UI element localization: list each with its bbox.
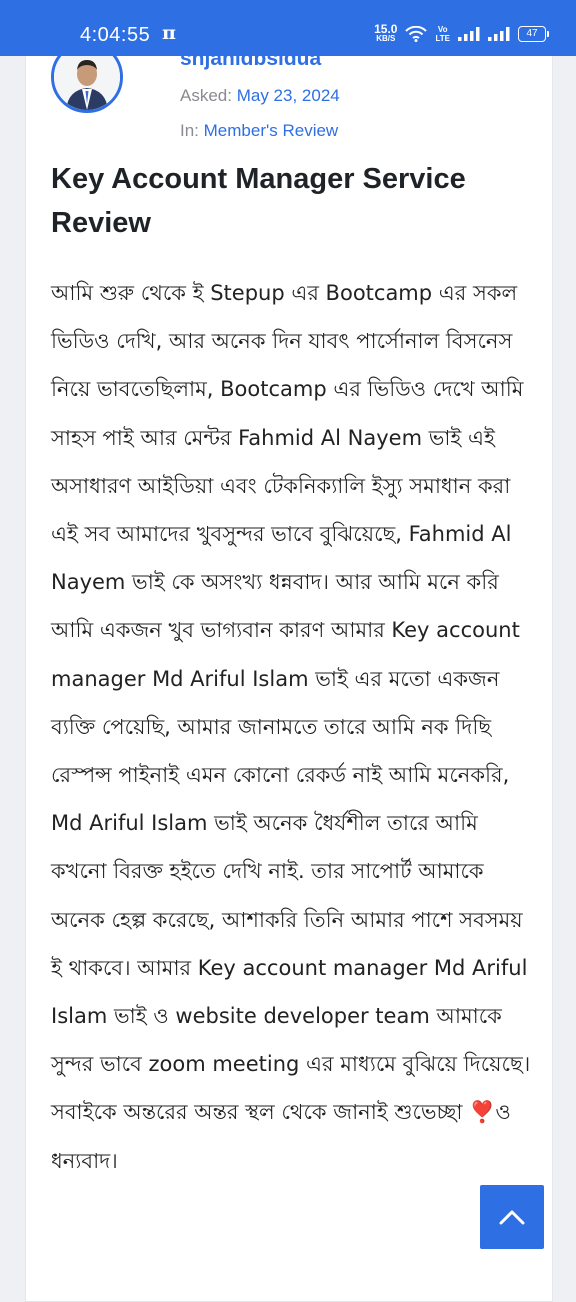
- status-indicators: 15.0 KB/S Vo LTE 47: [374, 22, 549, 44]
- signal-icon: [458, 27, 480, 41]
- wifi-icon: [405, 26, 428, 42]
- signal-icon-2: [488, 27, 510, 41]
- question-body: আমি শুরু থেকে ই Stepup এর Bootcamp এর সক…: [51, 281, 531, 1173]
- battery-icon: 47: [518, 26, 549, 42]
- network-speed-unit: KB/S: [376, 34, 396, 43]
- status-time: 4:04:55: [80, 24, 151, 46]
- network-speed: 15.0 KB/S: [374, 22, 398, 44]
- scroll-to-top-button[interactable]: [480, 1185, 544, 1249]
- status-bar: 4:04:55 π 15.0 KB/S Vo LTE 47: [0, 0, 576, 56]
- app-notification-icon: π: [162, 22, 176, 44]
- question-title: Key Account Manager Service Review: [51, 163, 466, 239]
- question-card: shjahidbsidua Asked: May 23, 2024 In: Me…: [25, 30, 553, 1302]
- volte-indicator: Vo LTE: [435, 25, 450, 43]
- volte-top: Vo: [437, 25, 448, 34]
- asked-meta: Asked: May 23, 2024: [180, 86, 340, 106]
- volte-bottom: LTE: [435, 34, 450, 43]
- in-label: In:: [180, 121, 199, 140]
- asked-date-link[interactable]: May 23, 2024: [237, 86, 340, 105]
- category-link[interactable]: Member's Review: [204, 121, 339, 140]
- chevron-up-icon: [499, 1210, 525, 1225]
- asked-label: Asked:: [180, 86, 232, 105]
- network-speed-value: 15.0: [374, 22, 398, 36]
- category-meta: In: Member's Review: [180, 121, 338, 141]
